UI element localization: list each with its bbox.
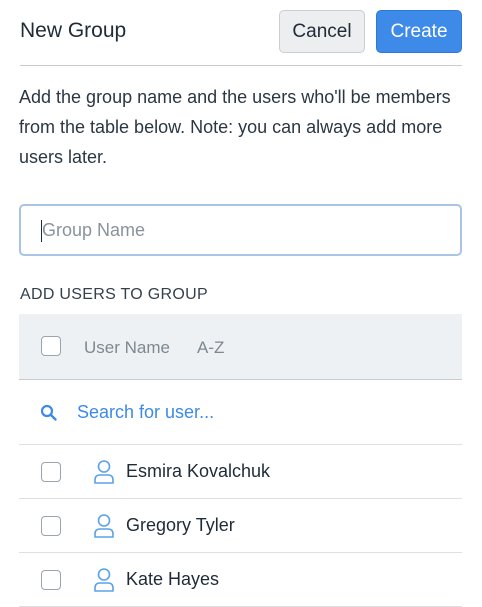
user-icon [94,514,114,538]
user-row[interactable]: Kate Hayes [19,553,462,607]
user-checkbox[interactable] [41,516,61,536]
table-header: User Name A-Z [19,314,462,380]
text-caret [41,220,42,242]
dialog-header: New Group Cancel Create [0,0,482,66]
create-button[interactable]: Create [376,10,462,53]
sort-toggle[interactable]: A-Z [197,338,224,358]
group-name-input[interactable] [21,206,460,254]
user-icon [94,460,114,484]
dialog-description: Add the group name and the users who'll … [19,87,451,167]
dialog-title: New Group [20,19,127,42]
header-divider [20,65,462,66]
select-all-checkbox[interactable] [41,336,61,356]
user-name: Gregory Tyler [126,515,235,535]
user-search-input[interactable] [77,380,447,444]
column-user-name: User Name [84,338,170,357]
search-icon [40,404,57,421]
user-checkbox[interactable] [41,570,61,590]
user-name: Kate Hayes [126,569,220,589]
user-row[interactable]: Gregory Tyler [19,499,462,553]
user-name: Esmira Kovalchuk [126,461,271,481]
user-row[interactable]: Esmira Kovalchuk [19,445,462,499]
user-icon [94,568,114,592]
user-search-row [19,380,462,445]
section-label: ADD USERS TO GROUP [20,286,208,303]
user-checkbox[interactable] [41,462,61,482]
group-name-field-wrapper [19,204,462,256]
cancel-button[interactable]: Cancel [279,10,365,53]
